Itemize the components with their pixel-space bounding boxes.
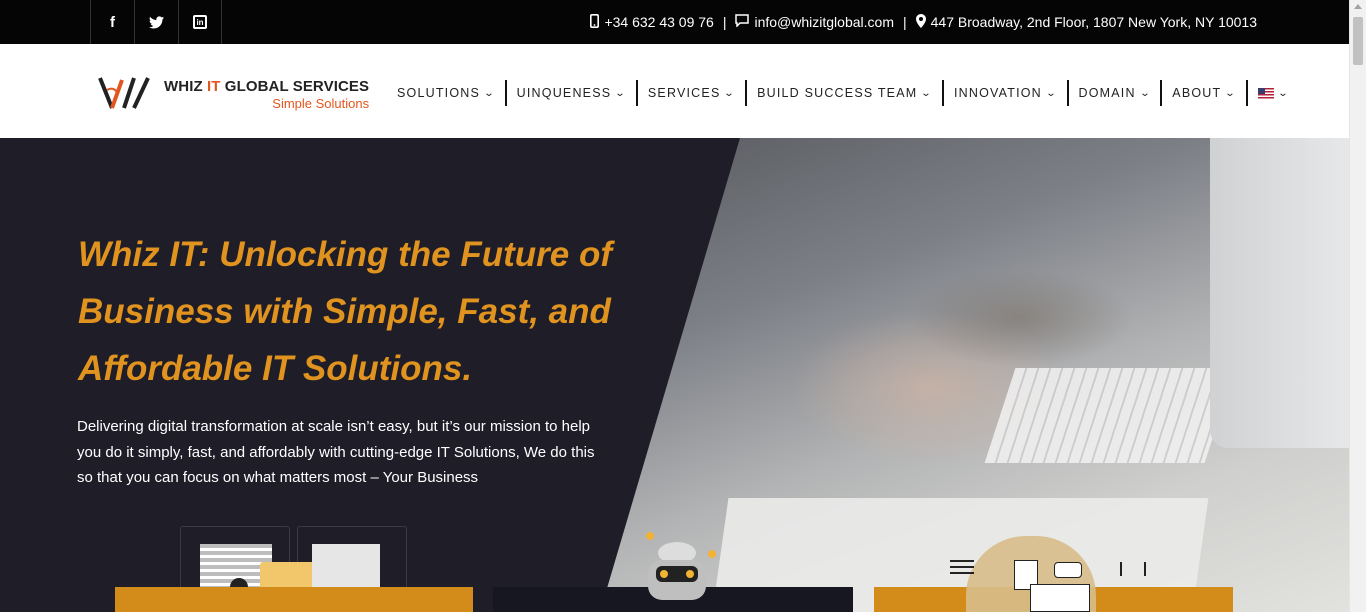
whiz-logo-icon	[98, 77, 150, 109]
logo-title: WHIZ IT GLOBAL SERVICES	[164, 78, 369, 95]
email-link[interactable]: info@whizitglobal.com	[754, 14, 894, 30]
nav-label: ABOUT	[1172, 86, 1222, 100]
chevron-down-icon: ⌄	[1277, 87, 1290, 99]
chevron-down-icon: ⌄	[1139, 87, 1152, 99]
top-bar: f in +34 632 43 09 76 | info@whizitgloba…	[0, 0, 1349, 44]
phone-icon	[590, 13, 600, 31]
site-header: WHIZ IT GLOBAL SERVICES Simple Solutions…	[0, 44, 1349, 138]
language-selector[interactable]: ⌄	[1248, 80, 1299, 106]
nav-label: BUILD SUCCESS TEAM	[757, 86, 918, 100]
logo[interactable]: WHIZ IT GLOBAL SERVICES Simple Solutions	[98, 74, 369, 112]
nav-label: SERVICES	[647, 86, 721, 100]
nav-item-innovation[interactable]: INNOVATION ⌄	[944, 80, 1069, 106]
nav-item-services[interactable]: SERVICES ⌄	[638, 80, 748, 106]
nav-item-solutions[interactable]: SOLUTIONS ⌄	[387, 80, 507, 106]
map-marker-icon	[915, 13, 926, 31]
twitter-icon[interactable]	[134, 0, 178, 44]
separator: |	[902, 14, 907, 30]
logo-title-c: GLOBAL SERVICES	[220, 78, 370, 95]
nav-label: DOMAIN	[1078, 86, 1136, 100]
address-text: 447 Broadway, 2nd Floor, 1807 New York, …	[930, 14, 1257, 30]
hero-description: Delivering digital transformation at sca…	[77, 418, 595, 486]
chevron-down-icon: ⌄	[1224, 87, 1238, 99]
facebook-icon[interactable]: f	[90, 0, 134, 44]
page-scrollbar[interactable]	[1349, 0, 1366, 612]
service-card-1[interactable]	[115, 587, 473, 612]
phone-number[interactable]: +34 632 43 09 76	[604, 14, 713, 30]
hero-photo-monitor	[1210, 138, 1349, 448]
linkedin-icon[interactable]: in	[178, 0, 222, 44]
contact-info: +34 632 43 09 76 | info@whizitglobal.com…	[590, 0, 1257, 44]
linkedin-glyph: in	[193, 15, 207, 29]
separator: |	[722, 14, 727, 30]
chevron-down-icon: ⌄	[483, 87, 497, 99]
nav-item-uinqueness[interactable]: UINQUENESS ⌄	[507, 80, 638, 106]
nav-label: INNOVATION	[953, 86, 1042, 100]
nav-item-domain[interactable]: DOMAIN ⌄	[1069, 80, 1163, 106]
chevron-down-icon: ⌄	[614, 87, 628, 99]
hero-headline: Whiz IT: Unlocking the Future of Busines…	[78, 235, 613, 388]
scrollbar-thumb[interactable]	[1353, 17, 1363, 65]
main-nav: SOLUTIONS ⌄ UINQUENESS ⌄ SERVICES ⌄ BUILD S…	[387, 80, 1299, 106]
scroll-up-arrow-icon[interactable]	[1354, 4, 1362, 9]
nav-item-build-success-team[interactable]: BUILD SUCCESS TEAM ⌄	[747, 80, 944, 106]
nav-item-about[interactable]: ABOUT ⌄	[1162, 80, 1248, 106]
nav-label: UINQUENESS	[516, 86, 612, 100]
social-links: f in	[90, 0, 222, 44]
twitter-bird-icon	[149, 15, 164, 28]
logo-title-a: WHIZ	[164, 78, 207, 95]
us-flag-icon	[1257, 87, 1274, 99]
hero-photo-keyboard	[984, 368, 1236, 463]
chevron-down-icon: ⌄	[920, 87, 934, 99]
robot-illustration	[636, 530, 722, 612]
hero-section: Whiz IT: Unlocking the Future of Busines…	[0, 138, 1349, 612]
nav-label: SOLUTIONS	[397, 86, 481, 100]
chevron-down-icon: ⌄	[724, 87, 737, 99]
comment-icon	[735, 14, 750, 30]
logo-title-it: IT	[207, 78, 221, 95]
logo-tagline: Simple Solutions	[272, 96, 370, 111]
analytics-illustration	[930, 530, 1170, 612]
chevron-down-icon: ⌄	[1045, 87, 1058, 99]
